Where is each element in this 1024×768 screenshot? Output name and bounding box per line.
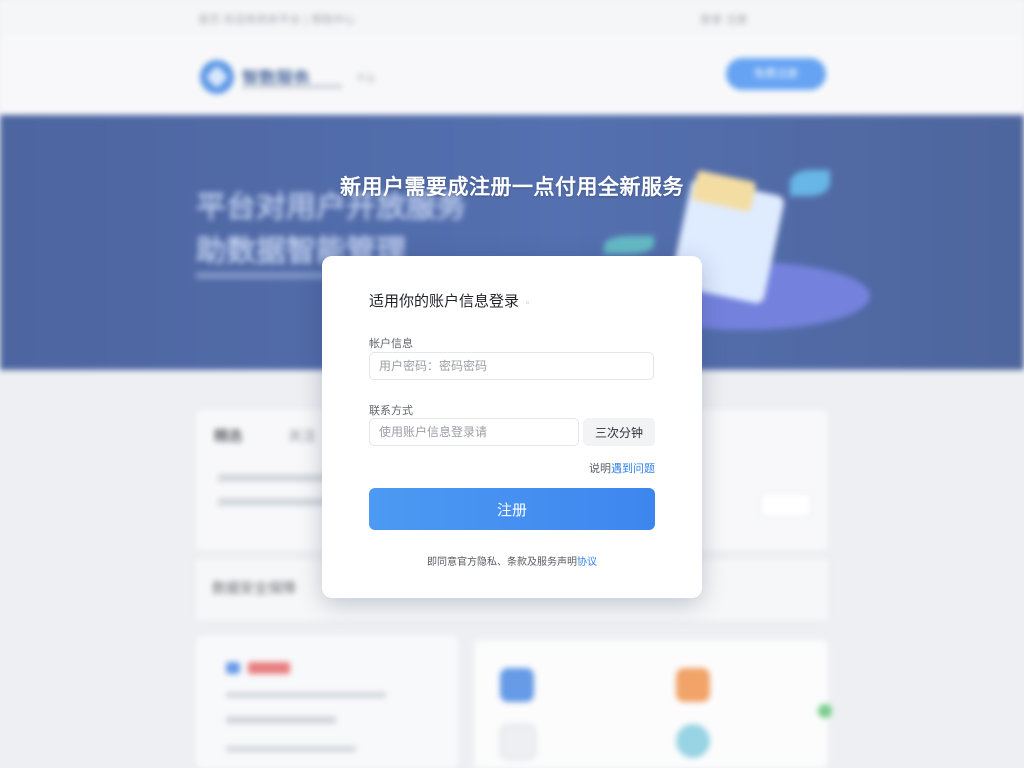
modal-title-text: 适用你的账户信息登录 <box>369 292 520 310</box>
contact-input[interactable] <box>369 418 579 446</box>
agreement-prefix: 即同意官方隐私、条款及服务声明 <box>427 557 577 568</box>
register-modal: 适用你的账户信息登录 ◦ 帐户信息 联系方式 三次分钟 说明遇到问题 注册 即同意… <box>322 256 702 598</box>
help-link[interactable]: 遇到问题 <box>611 462 655 475</box>
account-label: 帐户信息 <box>369 337 413 350</box>
register-button[interactable]: 注册 <box>369 488 655 530</box>
help-line: 说明遇到问题 <box>589 460 655 476</box>
account-input[interactable] <box>369 352 654 380</box>
agreement-link[interactable]: 协议 <box>577 557 597 568</box>
contact-label: 联系方式 <box>369 404 413 417</box>
modal-title: 适用你的账户信息登录 ◦ <box>369 290 530 311</box>
info-icon: ◦ <box>525 299 531 309</box>
agreement-text: 即同意官方隐私、条款及服务声明协议 <box>322 553 702 568</box>
modal-headline: 新用户需要成注册一点付用全新服务 <box>340 175 684 199</box>
help-prefix: 说明 <box>589 462 611 475</box>
send-code-button[interactable]: 三次分钟 <box>583 418 655 446</box>
